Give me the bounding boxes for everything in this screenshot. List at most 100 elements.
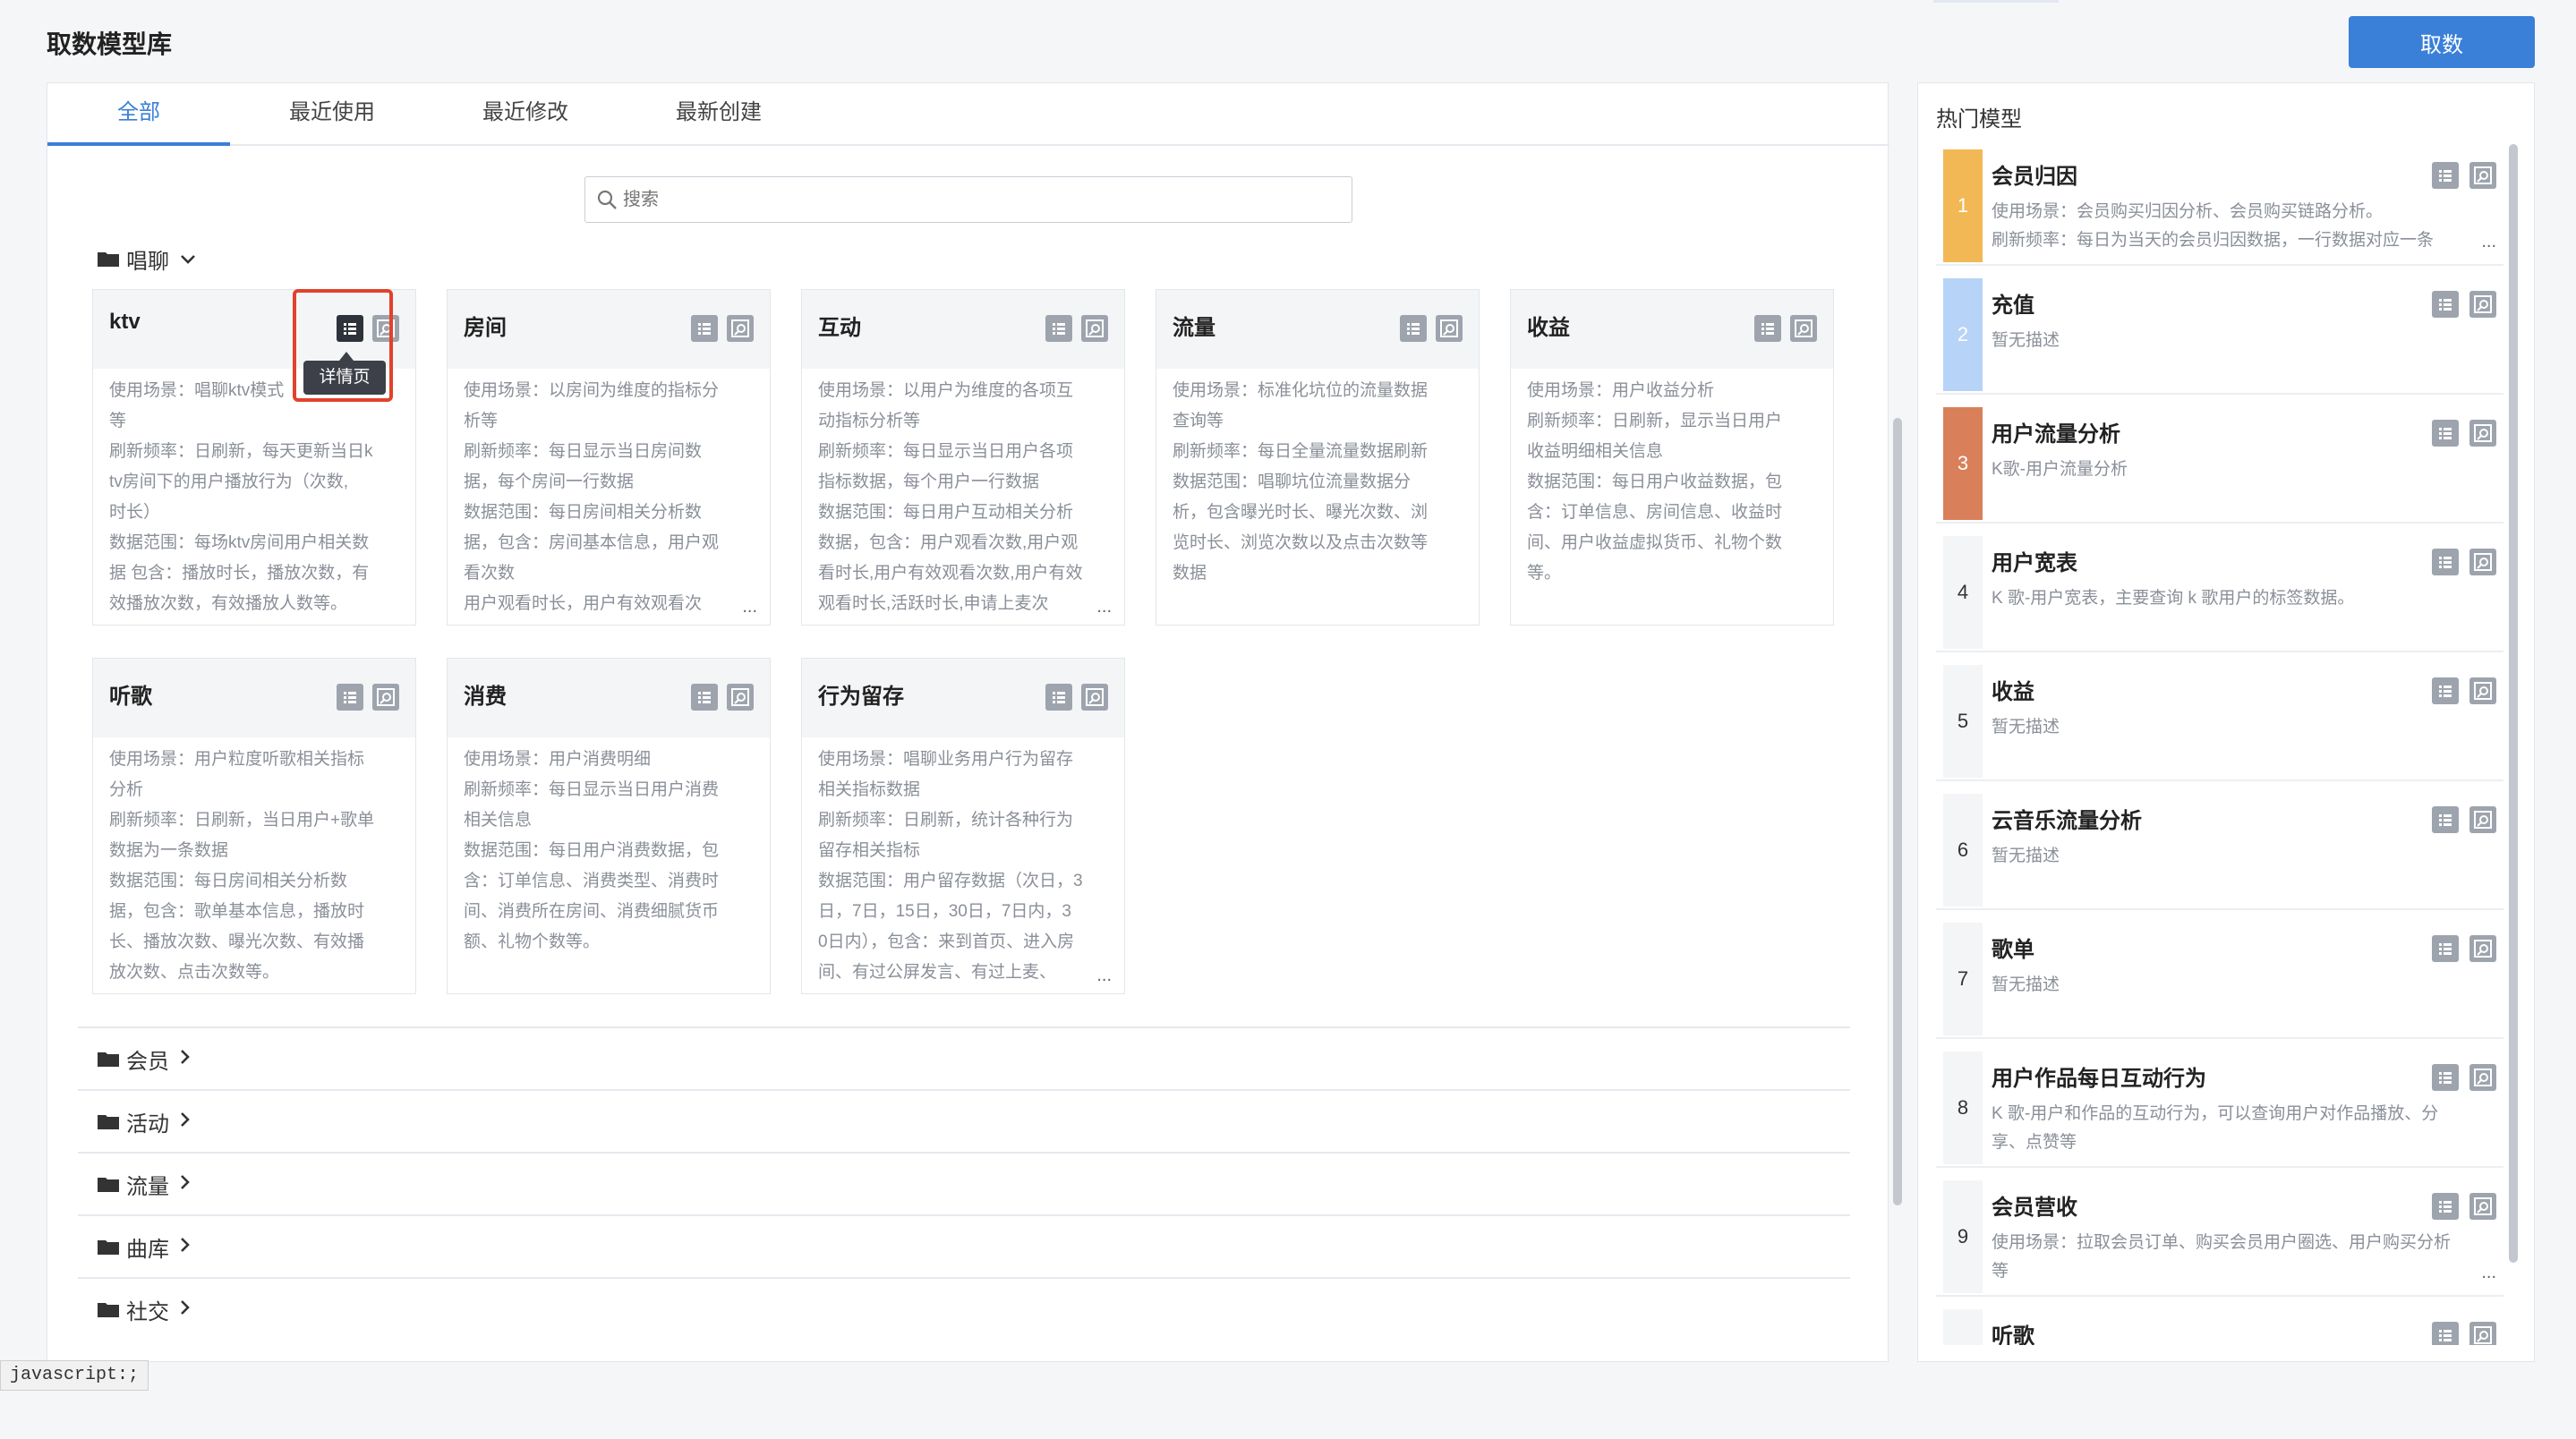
tab-recent-used[interactable]: 最近使用 [241,83,423,146]
group-row-traffic[interactable]: 流量 [78,1152,1850,1214]
group-row-activity[interactable]: 活动 [78,1089,1850,1152]
folder-icon [98,1051,119,1067]
list-icon[interactable] [1754,315,1781,342]
chevron-right-icon [180,1110,191,1133]
tab-recent-modified[interactable]: 最近修改 [434,83,617,146]
hot-item[interactable]: 1 会员归因 使用场景：会员购买归因分析、会员购买链路分析。 刷新频率：每日为当… [1936,144,2503,266]
hot-list-scrollbar[interactable] [2509,144,2518,1263]
page-title: 取数模型库 [47,30,173,58]
hot-item[interactable]: 7 歌单 暂无描述 [1936,917,2503,1039]
model-card-traffic[interactable]: 流量 使用场景：标准化坑位的流量数据 查询等 刷新频率：每日全量流量数据刷新 数据范围… [1156,289,1480,626]
search-input[interactable] [623,184,1339,215]
zoom-icon[interactable] [2469,1193,2496,1220]
card-title: 听歌 [109,685,152,709]
zoom-icon[interactable] [372,684,399,711]
rank-badge: 6 [1943,794,1983,907]
group-row-music-library[interactable]: 曲库 [78,1214,1850,1277]
tab-all[interactable]: 全部 [47,83,230,146]
group-row-social[interactable]: 社交 [78,1277,1850,1340]
main-scrollbar[interactable] [1893,418,1902,1205]
hot-item[interactable]: 8 用户作品每日互动行为 K 歌-用户和作品的互动行为，可以查询用户对作品播放、… [1936,1046,2503,1168]
hot-item[interactable]: 9 会员营收 使用场景：拉取会员订单、购买会员用户圈选、用户购买分析 等 ... [1936,1175,2503,1297]
list-icon[interactable] [2432,1193,2459,1220]
zoom-icon[interactable] [1790,315,1817,342]
model-card-listen[interactable]: 听歌 使用场景：用户粒度听歌相关指标 分析 刷新频率：日刷新，当日用户+歌单 数据为一… [92,658,416,994]
tab-newest-created[interactable]: 最新创建 [627,83,810,146]
hot-item-description: 暂无描述 [1992,718,2060,737]
search-box[interactable] [584,176,1352,223]
list-icon[interactable] [2432,549,2459,575]
group-name: 流量 [126,1174,169,1199]
list-icon[interactable] [691,315,718,342]
hot-item[interactable]: 4 用户宽表 K 歌-用户宽表，主要查询 k 歌用户的标签数据。 [1936,531,2503,652]
hot-item[interactable]: 听歌 [1936,1304,2503,1345]
hot-item-description: K 歌-用户和作品的互动行为，可以查询用户对作品播放、分 享、点赞等 [1992,1104,2439,1152]
hot-item[interactable]: 2 充值 暂无描述 [1936,273,2503,395]
zoom-icon[interactable] [2469,1064,2496,1091]
card-header: 互动 [802,290,1124,369]
folder-icon [98,1239,119,1255]
list-icon[interactable] [2432,1322,2459,1345]
list-icon[interactable] [2432,806,2459,833]
zoom-icon[interactable] [727,684,754,711]
card-header: 房间 [448,290,770,369]
hot-item[interactable]: 3 用户流量分析 K歌-用户流量分析 [1936,402,2503,524]
card-header: 消费 [448,659,770,737]
group-name: 唱聊 [126,249,169,274]
tab-bar: 全部 最近使用 最近修改 最新创建 [47,83,1889,146]
zoom-icon[interactable] [2469,291,2496,318]
list-icon[interactable] [2432,162,2459,189]
zoom-icon[interactable] [2469,162,2496,189]
model-card-room[interactable]: 房间 使用场景：以房间为维度的指标分 析等 刷新频率：每日显示当日房间数 据，每个房间… [447,289,771,626]
list-icon[interactable] [1045,315,1072,342]
hot-item-name: 充值 [1992,294,2034,318]
list-icon[interactable] [2432,420,2459,447]
card-header: 行为留存 [802,659,1124,737]
list-icon[interactable] [337,684,363,711]
zoom-icon[interactable] [2469,1322,2496,1345]
zoom-icon[interactable] [2469,420,2496,447]
zoom-icon[interactable] [1436,315,1463,342]
group-name: 活动 [126,1111,169,1137]
model-card-interaction[interactable]: 互动 使用场景：以用户为维度的各项互 动指标分析等 刷新频率：每日显示当日用户各项指… [801,289,1125,626]
zoom-icon[interactable] [2469,677,2496,704]
card-description: 使用场景：用户粒度听歌相关指标 分析 刷新频率：日刷新，当日用户+歌单 数据为一条数据… [109,750,375,982]
list-icon[interactable] [1400,315,1427,342]
rank-badge: 8 [1943,1052,1983,1164]
card-description: 使用场景：标准化坑位的流量数据 查询等 刷新频率：每日全量流量数据刷新 数据范围：唱聊… [1173,381,1429,583]
group-header-open[interactable]: 唱聊 [98,241,196,277]
zoom-icon[interactable] [2469,806,2496,833]
list-icon[interactable] [2432,291,2459,318]
more-ellipsis: ... [2481,1263,2496,1282]
fetch-data-button[interactable]: 取数 [2349,16,2535,68]
list-icon[interactable] [691,684,718,711]
zoom-icon[interactable] [2469,935,2496,962]
list-icon[interactable] [2432,677,2459,704]
hot-item[interactable]: 5 收益 暂无描述 [1936,660,2503,781]
hot-item[interactable]: 6 云音乐流量分析 暂无描述 [1936,788,2503,910]
card-title: 流量 [1173,316,1215,340]
list-icon[interactable] [2432,935,2459,962]
zoom-icon[interactable] [1081,684,1108,711]
list-icon[interactable] [1045,684,1072,711]
hot-models-list: 1 会员归因 使用场景：会员购买归因分析、会员购买链路分析。 刷新频率：每日为当… [1936,144,2503,1345]
group-name: 曲库 [126,1237,169,1262]
model-card-consume[interactable]: 消费 使用场景：用户消费明细 刷新频率：每日显示当日用户消费 相关信息 数据范围：每日… [447,658,771,994]
zoom-icon[interactable] [1081,315,1108,342]
model-card-revenue[interactable]: 收益 使用场景：用户收益分析 刷新频率：日刷新，显示当日用户 收益明细相关信息 数据范… [1510,289,1834,626]
card-title: ktv [109,310,141,334]
rank-badge: 7 [1943,923,1983,1035]
list-icon[interactable] [2432,1064,2459,1091]
model-card-retention[interactable]: 行为留存 使用场景：唱聊业务用户行为留存 相关指标数据 刷新频率：日刷新，统计各种行… [801,658,1125,994]
group-header: 曲库 [98,1229,191,1264]
hot-item-name: 听歌 [1992,1324,2034,1345]
rank-badge [1943,1309,1983,1345]
group-header: 流量 [98,1166,191,1202]
group-row-member[interactable]: 会员 [78,1026,1850,1089]
card-header: 听歌 [93,659,415,737]
zoom-icon[interactable] [727,315,754,342]
card-header: 流量 [1156,290,1479,369]
hot-item-description: K歌-用户流量分析 [1992,460,2128,479]
folder-icon [98,1301,119,1317]
zoom-icon[interactable] [2469,549,2496,575]
